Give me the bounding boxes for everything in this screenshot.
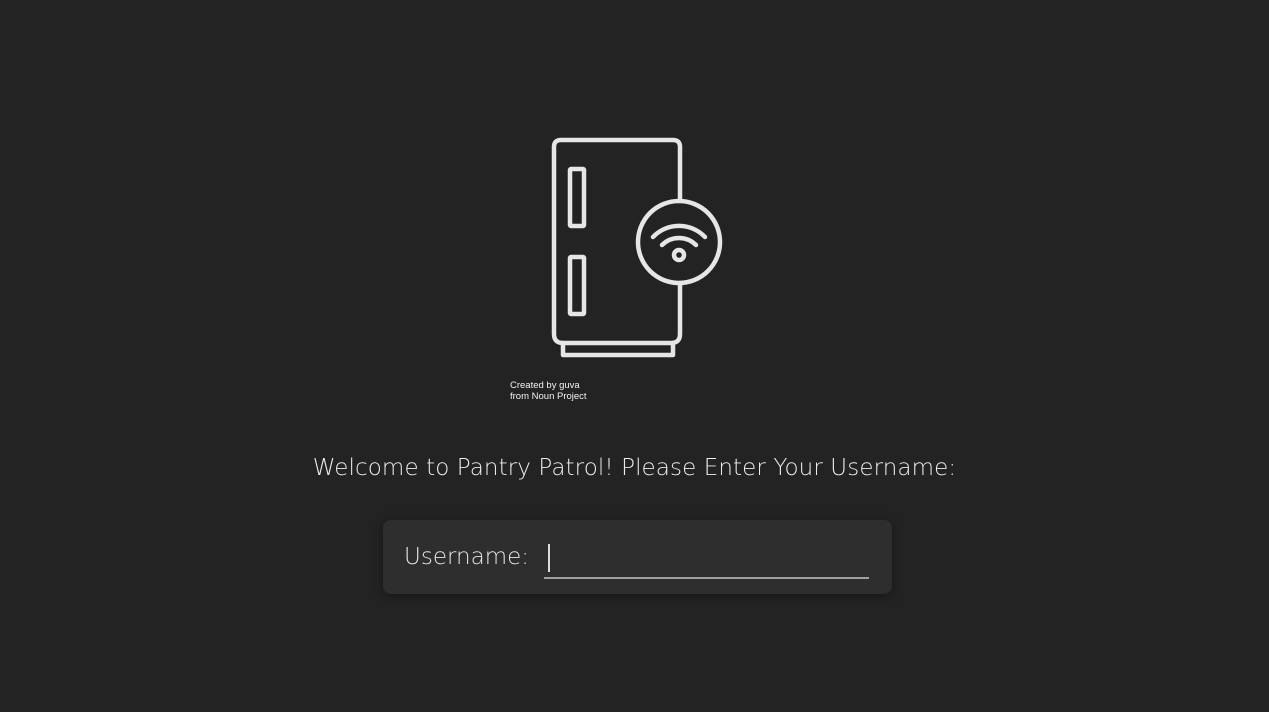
credit-line-2: from Noun Project [510, 391, 587, 402]
text-cursor [548, 544, 550, 572]
app-logo: Created by guva from Noun Project [505, 135, 735, 410]
username-form: Username: [383, 520, 892, 594]
username-input[interactable] [544, 538, 869, 579]
credit-line-1: Created by guva [510, 380, 580, 391]
icon-credit: Created by guva from Noun Project [510, 380, 587, 402]
smart-fridge-wifi-icon [551, 137, 723, 358]
welcome-heading: Welcome to Pantry Patrol! Please Enter Y… [312, 455, 957, 481]
username-label: Username: [404, 544, 529, 570]
